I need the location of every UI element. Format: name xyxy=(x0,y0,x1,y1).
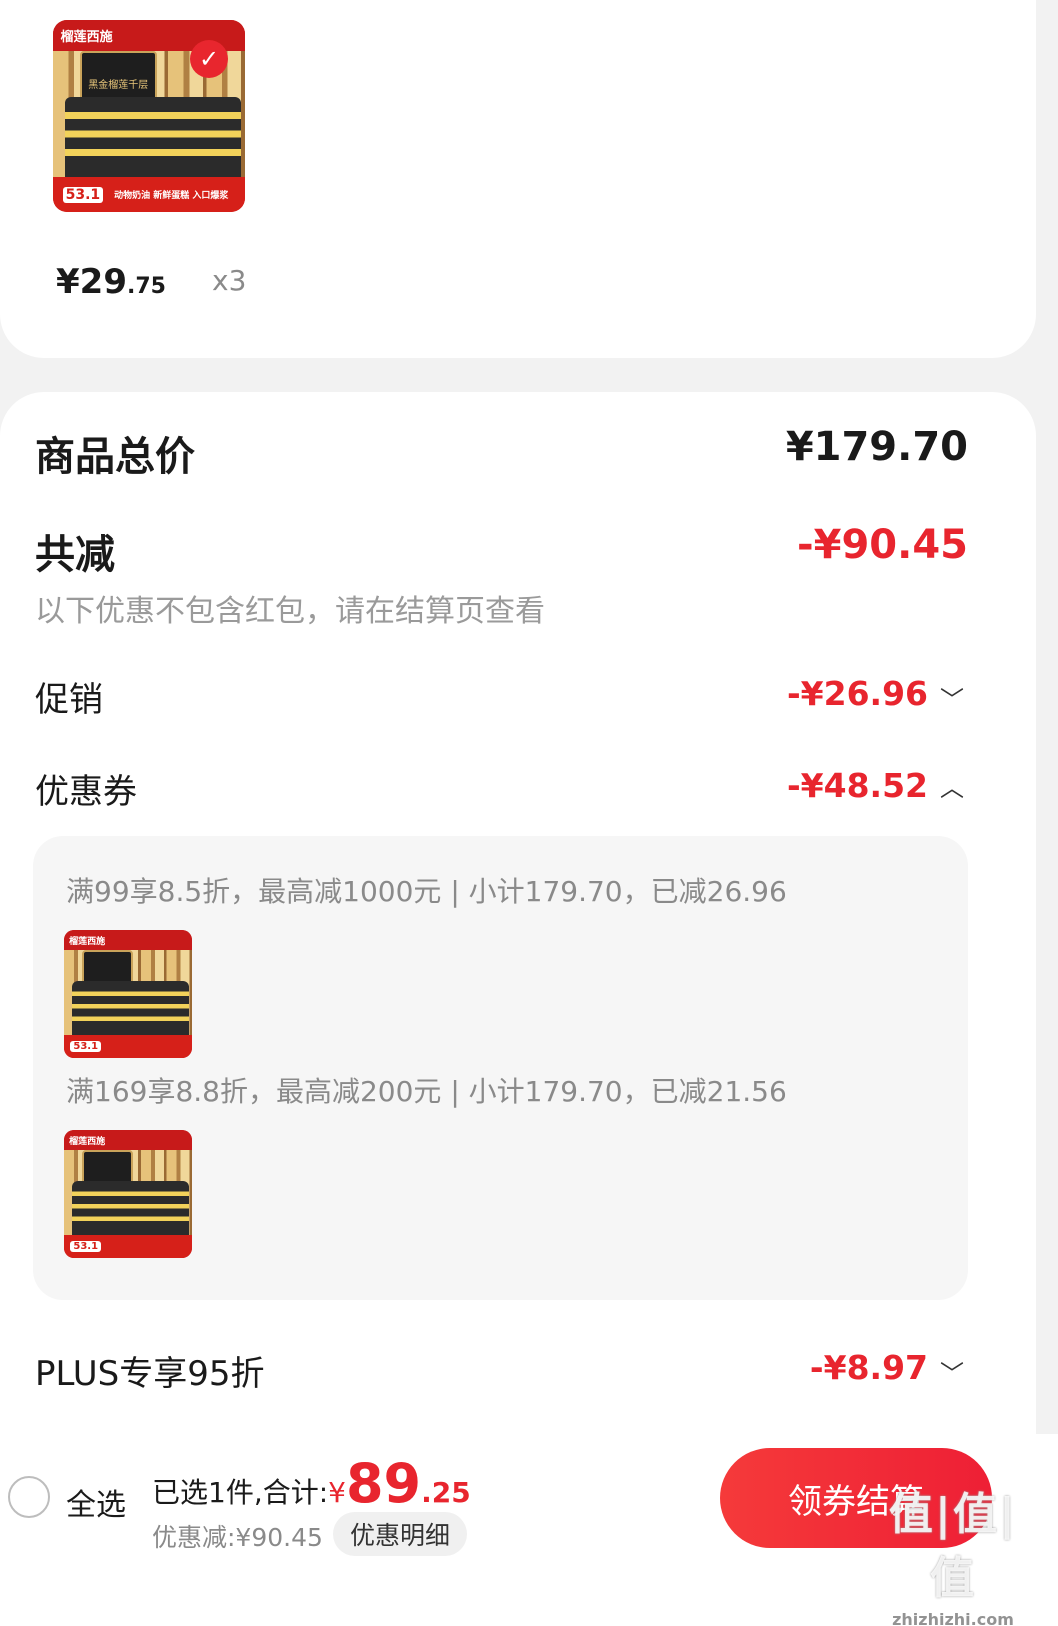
thumb-cake-image xyxy=(71,1181,190,1238)
discount-note: 以下优惠不包含红包，请在结算页查看 xyxy=(35,594,545,629)
thumb-footer-text: 动物奶油 新鲜蛋糕 入口爆浆 xyxy=(114,191,229,202)
total-currency: ¥ xyxy=(328,1476,346,1509)
checkmark-icon[interactable]: ✓ xyxy=(190,40,228,78)
select-all-radio[interactable] xyxy=(8,1476,50,1518)
discount-value: -¥90.45 xyxy=(797,522,968,568)
select-all-label[interactable]: 全选 xyxy=(66,1480,126,1524)
saved-amount: 优惠减:¥90.45 xyxy=(152,1523,323,1552)
promo-label[interactable]: 促销 xyxy=(35,672,103,721)
thumb-cake-image xyxy=(71,981,190,1038)
thumb-brand: 榴莲西施 xyxy=(64,1130,192,1151)
thumb-footer: 53.1 xyxy=(64,1234,192,1258)
chevron-down-icon[interactable]: ﹀ xyxy=(940,680,964,715)
thumb-cake-image xyxy=(64,96,242,182)
promo-value[interactable]: -¥26.96 xyxy=(787,674,928,713)
chevron-down-icon[interactable]: ﹀ xyxy=(940,1354,964,1389)
plus-value[interactable]: -¥8.97 xyxy=(810,1348,928,1387)
item-price-int: ¥29 xyxy=(56,262,127,302)
chevron-up-icon[interactable]: ︿ xyxy=(940,768,964,803)
thumb-footer: 53.1 xyxy=(64,1034,192,1058)
coupon-rule-1: 满99享8.5折，最高减1000元 | 小计179.70，已减26.96 xyxy=(66,875,787,908)
selected-summary: 已选1件,合计:¥89.25 xyxy=(152,1452,471,1515)
thumb-price-badge: 53.1 xyxy=(70,1240,102,1252)
item-quantity: x3 xyxy=(212,264,247,297)
watermark-logo: 值|值|值 xyxy=(888,1489,1018,1604)
total-int: 89 xyxy=(345,1452,422,1515)
thumb-brand: 榴莲西施 xyxy=(64,930,192,951)
discount-label: 共减 xyxy=(35,532,115,578)
coupon-value[interactable]: -¥48.52 xyxy=(787,766,928,805)
total-label: 商品总价 xyxy=(35,434,195,480)
watermark-url: zhizhizhi.com xyxy=(892,1610,1014,1626)
coupon-product-thumbnail-1: 榴莲西施 53.1 xyxy=(64,930,192,1058)
coupon-label[interactable]: 优惠券 xyxy=(35,764,137,813)
thumb-price-badge: 53.1 xyxy=(62,186,104,203)
selected-count-text: 已选1件,合计: xyxy=(152,1476,329,1509)
site-watermark: 值|值|值 zhizhizhi.com xyxy=(873,1478,1033,1626)
coupon-rule-2: 满169享8.8折，最高减200元 | 小计179.70，已减21.56 xyxy=(66,1075,787,1108)
coupon-product-thumbnail-2: 榴莲西施 53.1 xyxy=(64,1130,192,1258)
discount-detail-button[interactable]: 优惠明细 xyxy=(333,1512,467,1556)
total-value: ¥179.70 xyxy=(785,424,968,470)
item-price-dec: .75 xyxy=(126,274,166,299)
plus-label[interactable]: PLUS专享95折 xyxy=(35,1346,264,1395)
thumb-price-badge: 53.1 xyxy=(70,1040,102,1052)
item-price: ¥29.75 xyxy=(56,262,166,302)
total-dec: .25 xyxy=(421,1476,471,1509)
thumb-footer: 53.1 动物奶油 新鲜蛋糕 入口爆浆 xyxy=(53,177,245,212)
